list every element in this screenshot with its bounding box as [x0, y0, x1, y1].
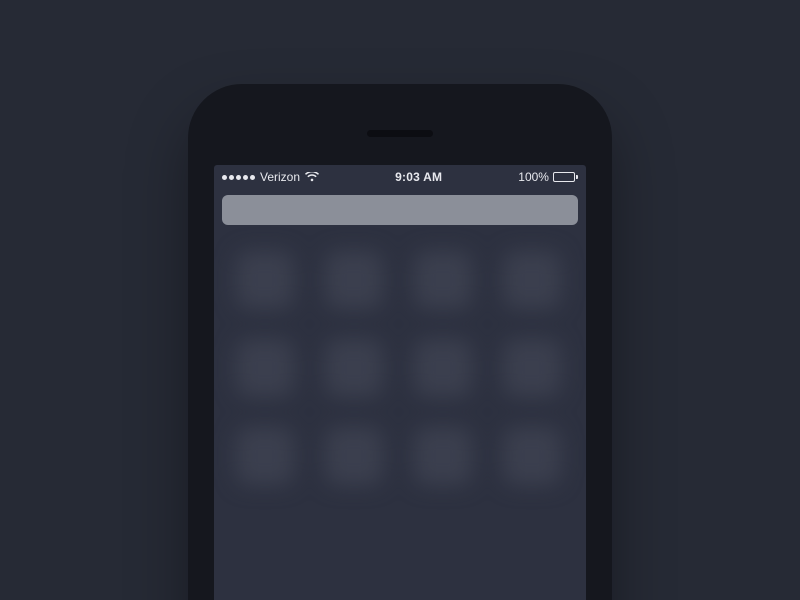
app-icon[interactable] [325, 251, 383, 309]
app-icon[interactable] [414, 339, 472, 397]
app-icon[interactable] [236, 339, 294, 397]
status-right: 100% [518, 170, 578, 184]
spotlight-search-input[interactable] [222, 195, 578, 225]
app-icon[interactable] [503, 251, 561, 309]
clock-label: 9:03 AM [395, 170, 442, 184]
carrier-label: Verizon [260, 170, 300, 184]
wifi-icon [305, 172, 319, 182]
app-icon[interactable] [325, 339, 383, 397]
battery-icon [553, 172, 578, 182]
app-icon[interactable] [236, 427, 294, 485]
app-icon[interactable] [503, 427, 561, 485]
battery-percent-label: 100% [518, 170, 549, 184]
app-icon-grid [214, 251, 586, 485]
app-icon[interactable] [414, 427, 472, 485]
status-bar: Verizon 9:03 AM 100% [214, 165, 586, 189]
app-icon[interactable] [325, 427, 383, 485]
app-icon[interactable] [236, 251, 294, 309]
phone-frame: Verizon 9:03 AM 100% [188, 84, 612, 600]
signal-dots-icon [222, 175, 255, 180]
phone-speaker [367, 130, 433, 137]
app-icon[interactable] [414, 251, 472, 309]
app-icon[interactable] [503, 339, 561, 397]
status-left: Verizon [222, 170, 319, 184]
phone-screen: Verizon 9:03 AM 100% [214, 165, 586, 600]
